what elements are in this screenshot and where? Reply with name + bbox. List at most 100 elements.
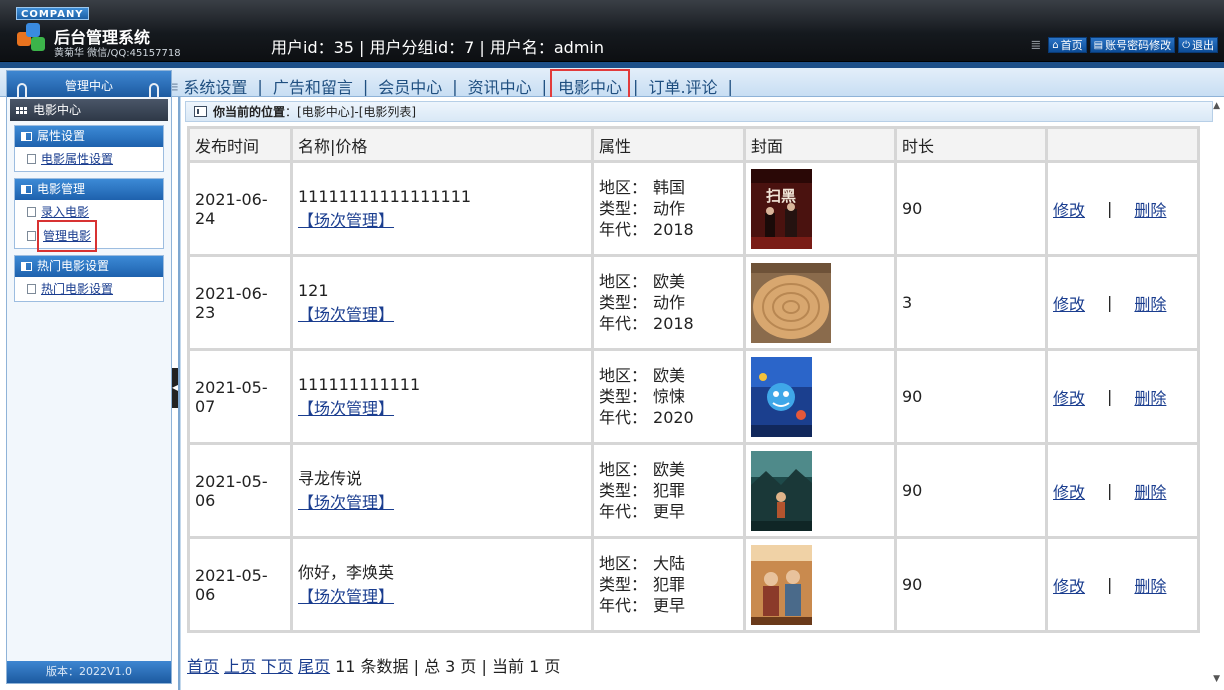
cell-cover <box>746 257 894 348</box>
nav-item-orders-comments[interactable]: 订单.评论 <box>646 74 719 98</box>
table-header-row: 发布时间 名称|价格 属性 封面 时长 <box>190 129 1197 160</box>
breadcrumb: 你当前的位置：[电影中心]-[电影列表] <box>185 101 1213 122</box>
panel-icon <box>21 132 32 141</box>
cell-attributes: 地区： 大陆 类型： 犯罪 年代： 更早 <box>594 539 743 630</box>
top-nav-menu: ≡ 系统设置 | 广告和留言 | 会员中心 | 资讯中心 | 电影中心 | 订单… <box>166 69 741 103</box>
cell-duration: 90 <box>897 445 1045 536</box>
cell-name: 11111111111111111 【场次管理】 <box>293 163 591 254</box>
col-header-cover: 封面 <box>746 129 894 160</box>
cell-date: 2021-05-06 <box>190 539 290 630</box>
breadcrumb-path: ：[电影中心]-[电影列表] <box>285 105 417 119</box>
cell-actions: 修改 | 删除 <box>1048 351 1197 442</box>
panel-icon <box>21 262 32 271</box>
cover-image: 扫黑 <box>751 168 812 249</box>
change-password-link[interactable]: ▤ 账号密码修改 <box>1089 37 1176 53</box>
cell-actions: 修改 | 删除 <box>1048 445 1197 536</box>
table-row: 2021-06-24 11111111111111111 【场次管理】 地区：韩… <box>190 163 1197 254</box>
sidebar-item-hot-movies: 热门电影设置 <box>15 277 163 301</box>
pager-last[interactable]: 尾页 <box>298 653 330 677</box>
attr-year: 2018 <box>653 314 694 333</box>
schedule-link[interactable]: 【场次管理】 <box>298 211 394 230</box>
pager-next[interactable]: 下页 <box>261 653 293 677</box>
cell-duration: 90 <box>897 539 1045 630</box>
cell-actions: 修改 | 删除 <box>1048 539 1197 630</box>
sidebar-group-title[interactable]: 电影管理 <box>15 179 163 200</box>
edit-link[interactable]: 修改 <box>1053 291 1085 315</box>
edit-link[interactable]: 修改 <box>1053 479 1085 503</box>
table-row: 2021-05-06 寻龙传说 【场次管理】 地区： 欧美 类型： 犯罪 年代： 更早 <box>190 445 1197 536</box>
sidebar-link-add-movie[interactable]: 录入电影 <box>41 200 89 224</box>
breadcrumb-label: 你当前的位置 <box>213 105 286 119</box>
pager-summary: 11 条数据 | 总 3 页 | 当前 1 页 <box>335 657 561 676</box>
movie-name: 你好，李焕英 <box>298 563 395 582</box>
delete-link[interactable]: 删除 <box>1134 479 1166 503</box>
nav-item-news[interactable]: 资讯中心 <box>466 74 534 98</box>
grip-icon: ≣ <box>1030 37 1042 53</box>
delete-link[interactable]: 删除 <box>1134 197 1166 221</box>
attr-region: 欧美 <box>653 272 686 291</box>
schedule-link[interactable]: 【场次管理】 <box>298 493 394 512</box>
cell-cover <box>746 539 894 630</box>
system-subtitle: 黄菊华 微信/QQ:45157718 <box>54 48 181 59</box>
home-link[interactable]: ⌂ 首页 <box>1048 37 1087 53</box>
grid-icon <box>16 106 27 114</box>
power-icon: ⏻ <box>1182 39 1190 51</box>
edit-link[interactable]: 修改 <box>1053 197 1085 221</box>
movie-table: 发布时间 名称|价格 属性 封面 时长 2021-06-24 111111111… <box>187 126 1200 633</box>
cover-image <box>751 450 812 531</box>
col-header-duration: 时长 <box>897 129 1045 160</box>
cell-name: 121 【场次管理】 <box>293 257 591 348</box>
edit-link[interactable]: 修改 <box>1053 385 1085 409</box>
cell-attributes: 地区： 韩国 类型： 动作 年代： 2018 <box>594 163 743 254</box>
delete-link[interactable]: 删除 <box>1134 291 1166 315</box>
pagination: 首页 上页 下页 尾页 11 条数据 | 总 3 页 | 当前 1 页 <box>187 653 560 677</box>
document-icon <box>27 154 36 164</box>
schedule-link[interactable]: 【场次管理】 <box>298 305 394 324</box>
sidebar-link-manage-movies[interactable]: 管理电影 <box>36 220 98 252</box>
cell-date: 2021-05-07 <box>190 351 290 442</box>
sidebar-head-label: 管理中心 <box>64 79 113 93</box>
sidebar-current-label: 电影中心 <box>33 103 82 117</box>
nav-item-system-settings[interactable]: 系统设置 <box>181 74 249 98</box>
sidebar-item-add-movie: 录入电影 <box>15 200 163 224</box>
company-badge: COMPANY <box>16 7 89 20</box>
logout-label: 退出 <box>1192 39 1214 52</box>
version-label: 版本：2022V1.0 <box>7 661 171 683</box>
document-icon <box>27 207 36 217</box>
sidebar-group-attributes: 属性设置 电影属性设置 <box>14 125 164 172</box>
movie-name: 121 <box>298 281 329 300</box>
nav-item-members[interactable]: 会员中心 <box>376 74 444 98</box>
nav-item-movies[interactable]: 电影中心 <box>550 69 631 103</box>
cover-image <box>751 544 812 625</box>
cell-name: 111111111111 【场次管理】 <box>293 351 591 442</box>
cell-actions: 修改 | 删除 <box>1048 163 1197 254</box>
schedule-link[interactable]: 【场次管理】 <box>298 399 394 418</box>
table-row: 2021-05-06 你好，李焕英 【场次管理】 地区： 大陆 类型： 犯罪 年代：… <box>190 539 1197 630</box>
scroll-down-icon[interactable]: ▼ <box>1213 674 1220 684</box>
sidebar-link-hot-movies[interactable]: 热门电影设置 <box>41 277 113 301</box>
cell-duration: 3 <box>897 257 1045 348</box>
schedule-link[interactable]: 【场次管理】 <box>298 587 394 606</box>
cover-image <box>751 262 831 343</box>
delete-link[interactable]: 删除 <box>1134 385 1166 409</box>
sidebar-link-movie-attributes[interactable]: 电影属性设置 <box>41 147 113 171</box>
attr-year: 2018 <box>653 220 694 239</box>
scroll-up-icon[interactable]: ▲ <box>1213 101 1220 111</box>
sidebar-head: 管理中心 <box>7 71 171 99</box>
nav-row: ≡ 系统设置 | 广告和留言 | 会员中心 | 资讯中心 | 电影中心 | 订单… <box>0 62 1224 103</box>
nav-item-ads-messages[interactable]: 广告和留言 <box>271 74 355 98</box>
logout-link[interactable]: ⏻ 退出 <box>1178 37 1218 53</box>
delete-link[interactable]: 删除 <box>1134 573 1166 597</box>
sidebar-group-movie-management: 电影管理 录入电影 管理电影 <box>14 178 164 252</box>
edit-link[interactable]: 修改 <box>1053 573 1085 597</box>
cell-date: 2021-06-23 <box>190 257 290 348</box>
pager-prev[interactable]: 上页 <box>224 653 256 677</box>
movie-name: 111111111111 <box>298 375 421 394</box>
sidebar-group-title[interactable]: 热门电影设置 <box>15 256 163 277</box>
sidebar: 管理中心 电影中心 属性设置 电影属性设置 电影管理 录入电影 管理电影 热门电… <box>6 70 172 684</box>
movie-name: 11111111111111111 <box>298 187 472 206</box>
cover-image <box>751 356 812 437</box>
attr-region: 韩国 <box>653 178 686 197</box>
sidebar-group-title[interactable]: 属性设置 <box>15 126 163 147</box>
pager-first[interactable]: 首页 <box>187 653 219 677</box>
